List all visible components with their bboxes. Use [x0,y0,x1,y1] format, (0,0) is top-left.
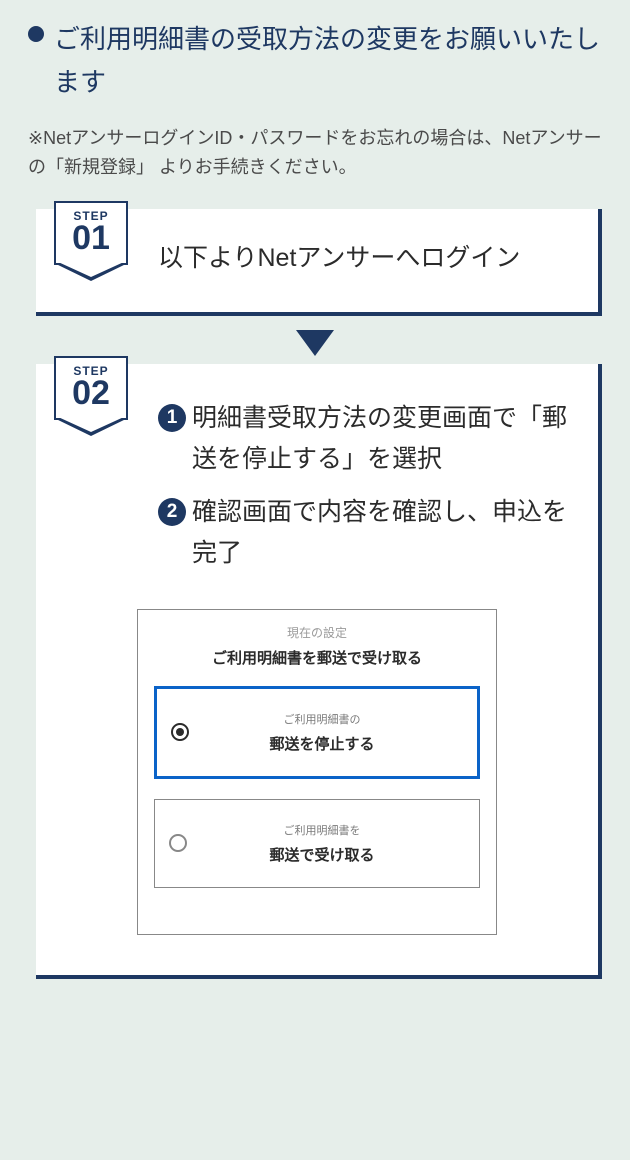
step-tag-02: STEP 02 [54,356,128,420]
list-item: 2 確認画面で内容を確認し、申込を完了 [158,492,578,575]
option-receive-by-mail[interactable]: ご利用明細書を 郵送で受け取る [154,799,480,888]
radio-icon [169,834,187,852]
list-item-text: 明細書受取方法の変更画面で「郵送を停止する」を選択 [192,398,578,481]
option-main-label: 郵送を停止する [177,733,467,754]
bullet-icon [28,26,44,42]
option-main-label: 郵送で受け取る [175,844,469,865]
step2-list: 1 明細書受取方法の変更画面で「郵送を停止する」を選択 2 確認画面で内容を確認… [158,392,578,575]
list-item: 1 明細書受取方法の変更画面で「郵送を停止する」を選択 [158,398,578,481]
step-tag-num: 02 [56,376,126,410]
settings-screenshot: 現在の設定 ご利用明細書を郵送で受け取る ご利用明細書の 郵送を停止する ご利用… [137,609,497,935]
circled-number-icon: 2 [158,498,186,526]
option-sub-label: ご利用明細書の [177,711,467,727]
note-text: ※NetアンサーログインID・パスワードをお忘れの場合は、Netアンサーの「新規… [28,124,602,183]
list-item-text: 確認画面で内容を確認し、申込を完了 [192,492,578,575]
step-tag-num: 01 [56,221,126,255]
arrow-down-icon [296,330,334,356]
circled-number-icon: 1 [158,404,186,432]
step1-text: 以下よりNetアンサーへログイン [158,237,578,280]
step-card-01: STEP 01 以下よりNetアンサーへログイン [36,209,602,316]
option-sub-label: ご利用明細書を [175,822,469,838]
current-setting-label: 現在の設定 [154,624,480,641]
step-card-02: STEP 02 1 明細書受取方法の変更画面で「郵送を停止する」を選択 2 確認… [36,364,602,979]
radio-icon [171,723,189,741]
step-tag-01: STEP 01 [54,201,128,265]
heading-text: ご利用明細書の受取方法の変更をお願いいたします [54,18,602,104]
current-setting-value: ご利用明細書を郵送で受け取る [154,647,480,668]
page-heading: ご利用明細書の受取方法の変更をお願いいたします [28,18,602,104]
option-stop-mailing[interactable]: ご利用明細書の 郵送を停止する [154,686,480,779]
